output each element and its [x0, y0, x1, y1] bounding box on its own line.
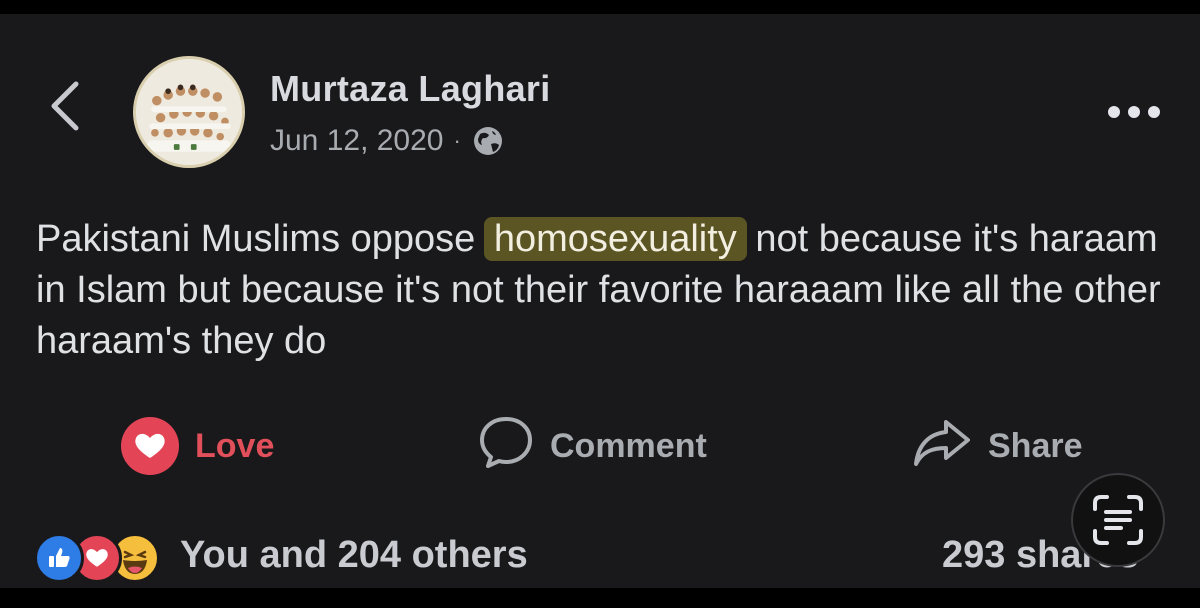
post-text: Pakistani Muslims oppose homosexuality n… [36, 214, 1176, 367]
post-text-start: Pakistani Muslims oppose [36, 218, 476, 260]
more-options-button[interactable] [1104, 100, 1164, 124]
avatar[interactable] [133, 56, 245, 168]
comment-label: Comment [550, 426, 707, 465]
love-label: Love [195, 426, 275, 465]
back-button[interactable] [40, 76, 90, 136]
share-arrow-icon [912, 416, 972, 477]
meta-separator: · [453, 128, 461, 153]
reaction-count[interactable]: You and 204 others [180, 534, 528, 577]
chevron-left-icon [51, 81, 79, 131]
post-date[interactable]: Jun 12, 2020 [270, 124, 443, 158]
author-name[interactable]: Murtaza Laghari [270, 68, 551, 110]
reaction-icons[interactable] [34, 532, 160, 584]
live-text-icon [1093, 495, 1143, 545]
highlighted-word: homosexuality [483, 217, 747, 261]
post-meta: Jun 12, 2020 · [270, 122, 505, 160]
speech-bubble-icon [478, 414, 534, 479]
more-horizontal-icon [1108, 106, 1160, 118]
comment-button[interactable]: Comment [478, 414, 707, 478]
share-label: Share [988, 426, 1083, 465]
heart-icon [121, 417, 179, 475]
globe-icon [471, 124, 505, 158]
like-reaction-icon [34, 533, 84, 583]
love-button[interactable]: Love [121, 414, 274, 478]
live-text-button[interactable] [1071, 473, 1165, 567]
post-card: Murtaza Laghari Jun 12, 2020 · Pakistani… [0, 14, 1200, 588]
avatar-photo [136, 59, 242, 165]
share-button[interactable]: Share [912, 414, 1083, 478]
